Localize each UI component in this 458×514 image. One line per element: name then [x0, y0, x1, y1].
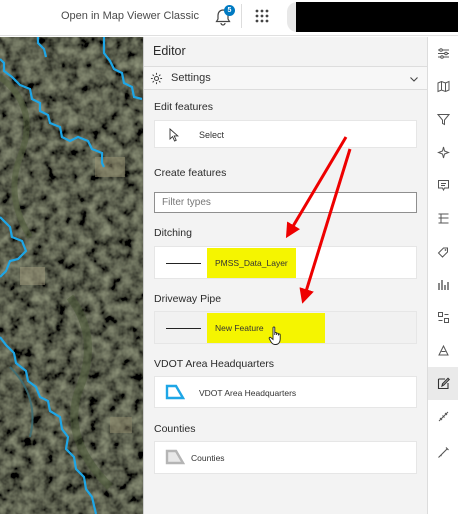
app-launcher-grid-icon[interactable] — [254, 8, 270, 24]
template-label: New Feature — [207, 313, 325, 343]
filter-types-input[interactable] — [154, 192, 417, 213]
action-bar — [427, 37, 458, 514]
template-counties[interactable]: Counties — [154, 441, 417, 474]
hand-pointer-icon — [268, 326, 281, 345]
template-vdot-area-headquarters[interactable]: VDOT Area Headquarters — [154, 376, 417, 408]
layer-name-driveway-pipe: Driveway Pipe — [154, 293, 222, 305]
polygon-blue-icon — [165, 384, 185, 400]
top-bar: Open in Map Viewer Classic 5 — [0, 0, 458, 36]
edit-icon[interactable] — [428, 367, 458, 400]
line-symbol-icon — [166, 263, 201, 264]
notification-count-badge: 5 — [224, 5, 235, 16]
select-tool-button[interactable]: Select — [154, 120, 417, 148]
open-in-map-viewer-classic-link[interactable]: Open in Map Viewer Classic — [61, 10, 199, 22]
edit-features-heading: Edit features — [154, 101, 213, 113]
select-label: Select — [199, 130, 225, 140]
popup-icon[interactable] — [428, 169, 458, 202]
template-label: VDOT Area Headquarters — [199, 388, 297, 398]
measure-icon[interactable] — [428, 400, 458, 433]
redacted-user-area — [296, 2, 458, 32]
settings-label: Settings — [171, 72, 211, 84]
satellite-imagery — [0, 37, 143, 514]
template-label: PMSS_Data_Layer — [207, 248, 296, 278]
cursor-arrow-icon — [169, 128, 179, 142]
configure-icon[interactable] — [428, 301, 458, 334]
gear-icon — [150, 72, 163, 85]
editor-panel: Editor Settings Edit features Select Cre… — [143, 37, 428, 514]
properties-icon[interactable] — [428, 37, 458, 70]
create-features-heading: Create features — [154, 167, 227, 179]
panel-title: Editor — [153, 44, 186, 58]
layer-name-vdot-area-hq: VDOT Area Headquarters — [154, 358, 275, 370]
filter-icon[interactable] — [428, 103, 458, 136]
top-bar-divider — [241, 4, 242, 28]
styles-icon[interactable] — [428, 268, 458, 301]
effects-icon[interactable] — [428, 136, 458, 169]
template-new-feature[interactable]: New Feature — [154, 311, 417, 344]
template-label: Counties — [191, 453, 225, 463]
polygon-gray-icon — [165, 449, 185, 465]
map-view[interactable] — [0, 37, 143, 514]
template-pmss-data-layer[interactable]: PMSS_Data_Layer — [154, 246, 417, 279]
settings-dropdown[interactable]: Settings — [144, 66, 428, 90]
labels-icon[interactable] — [428, 235, 458, 268]
fields-icon[interactable] — [428, 202, 458, 235]
ruler-icon[interactable] — [428, 436, 458, 469]
layer-name-counties: Counties — [154, 423, 196, 435]
layer-name-ditching: Ditching — [154, 227, 192, 239]
basemap-icon[interactable] — [428, 70, 458, 103]
line-symbol-icon — [166, 328, 201, 329]
chevron-down-icon — [410, 77, 418, 82]
sketch-icon[interactable] — [428, 334, 458, 367]
